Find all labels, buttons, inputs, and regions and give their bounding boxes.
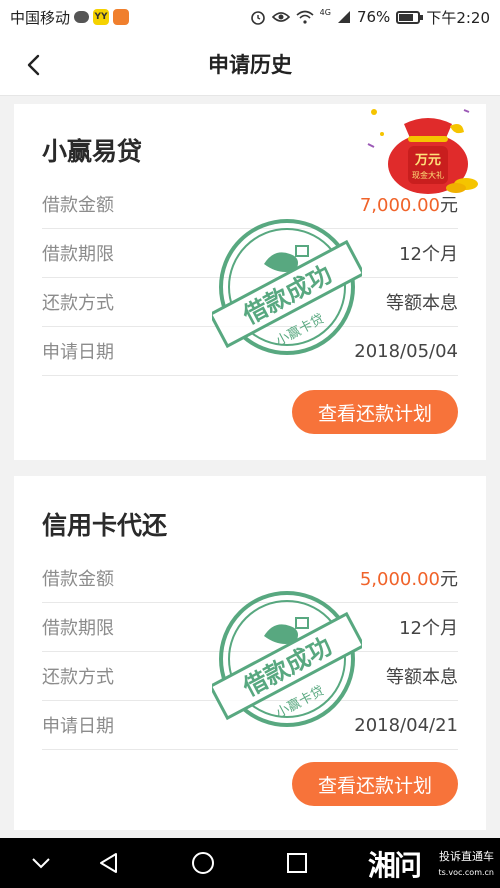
wifi-icon [296,10,314,24]
app-notification-icon [113,9,130,25]
watermark-slogan: 投诉直通车 [439,850,494,863]
row-label: 申请日期 [42,716,114,737]
system-nav-bar: 湘问 投诉直通车 ts.voc.com.cn [0,838,500,888]
view-repayment-plan-button[interactable]: 查看还款计划 [292,762,458,806]
chevron-down-icon[interactable] [28,850,54,876]
product-title: 小赢易贷 [42,137,143,166]
row-loan-term: 借款期限 12个月 [42,229,458,278]
row-label: 还款方式 [42,667,114,688]
carrier-label: 中国移动 [10,8,71,27]
row-value: 等额本息 [386,293,458,314]
amount-unit: 元 [440,195,458,216]
amount-value: 5,000.00 [359,569,440,590]
row-apply-date: 申请日期 2018/05/04 [42,327,458,376]
application-card: 小赢易贷 万元 现金大礼 借款金额 7,000.00元 借款期限 12个月 还款… [14,104,486,460]
recents-square-icon[interactable] [284,850,310,876]
row-loan-term: 借款期限 12个月 [42,603,458,652]
status-right: 4G 76% 下午2:20 [250,7,490,28]
battery-icon [396,10,424,24]
row-label: 借款金额 [42,569,114,590]
row-value: 2018/05/04 [354,340,458,362]
watermark-logo-text: 湘问 [368,849,422,882]
promo-small-text: 现金大礼 [412,170,444,180]
view-repayment-plan-button[interactable]: 查看还款计划 [292,390,458,434]
watermark-url: ts.voc.com.cn [438,868,494,877]
row-label: 还款方式 [42,293,114,314]
back-triangle-icon[interactable] [96,850,122,876]
row-label: 借款期限 [42,244,114,265]
battery-percent: 76% [356,8,391,26]
row-repayment-method: 还款方式 等额本息 [42,278,458,327]
application-card: 信用卡代还 借款金额 5,000.00元 借款期限 12个月 还款方式 等额本息… [14,476,486,830]
home-circle-icon[interactable] [190,850,216,876]
row-repayment-method: 还款方式 等额本息 [42,652,458,701]
product-title: 信用卡代还 [42,511,168,540]
clock-time: 下午2:20 [426,8,490,27]
nav-bar: 申请历史 [0,34,500,96]
chat-notification-icon [74,11,90,23]
row-apply-date: 申请日期 2018/04/21 [42,701,458,750]
chevron-left-icon[interactable] [20,52,46,78]
row-value: 等额本息 [386,667,458,688]
row-value: 12个月 [399,244,458,265]
network-type-label: 4G [319,7,331,17]
detail-rows: 借款金额 7,000.00元 借款期限 12个月 还款方式 等额本息 申请日期 … [42,180,458,376]
signal-icon [337,11,350,23]
row-loan-amount: 借款金额 5,000.00元 [42,554,458,603]
page-title: 申请历史 [208,53,292,77]
row-value: 12个月 [399,618,458,639]
row-label: 借款金额 [42,195,114,216]
alarm-icon [250,11,265,25]
amount-value: 7,000.00 [359,195,440,216]
amount-unit: 元 [440,569,458,590]
row-label: 申请日期 [42,342,114,363]
site-watermark: 湘问 投诉直通车 ts.voc.com.cn [368,844,494,884]
eye-icon [271,12,290,22]
row-loan-amount: 借款金额 7,000.00元 [42,180,458,229]
row-value: 7,000.00元 [360,191,458,217]
row-value: 2018/04/21 [354,714,458,736]
status-bar: 中国移动 YY 4G 76% 下午2:20 [0,0,500,34]
promo-big-text: 万元 [414,153,441,168]
row-value: 5,000.00元 [360,565,458,591]
row-label: 借款期限 [42,618,114,639]
detail-rows: 借款金额 5,000.00元 借款期限 12个月 还款方式 等额本息 申请日期 … [42,554,458,750]
yy-notification-icon: YY [93,9,110,25]
battery-level [399,13,413,21]
status-left: 中国移动 YY [10,7,130,28]
